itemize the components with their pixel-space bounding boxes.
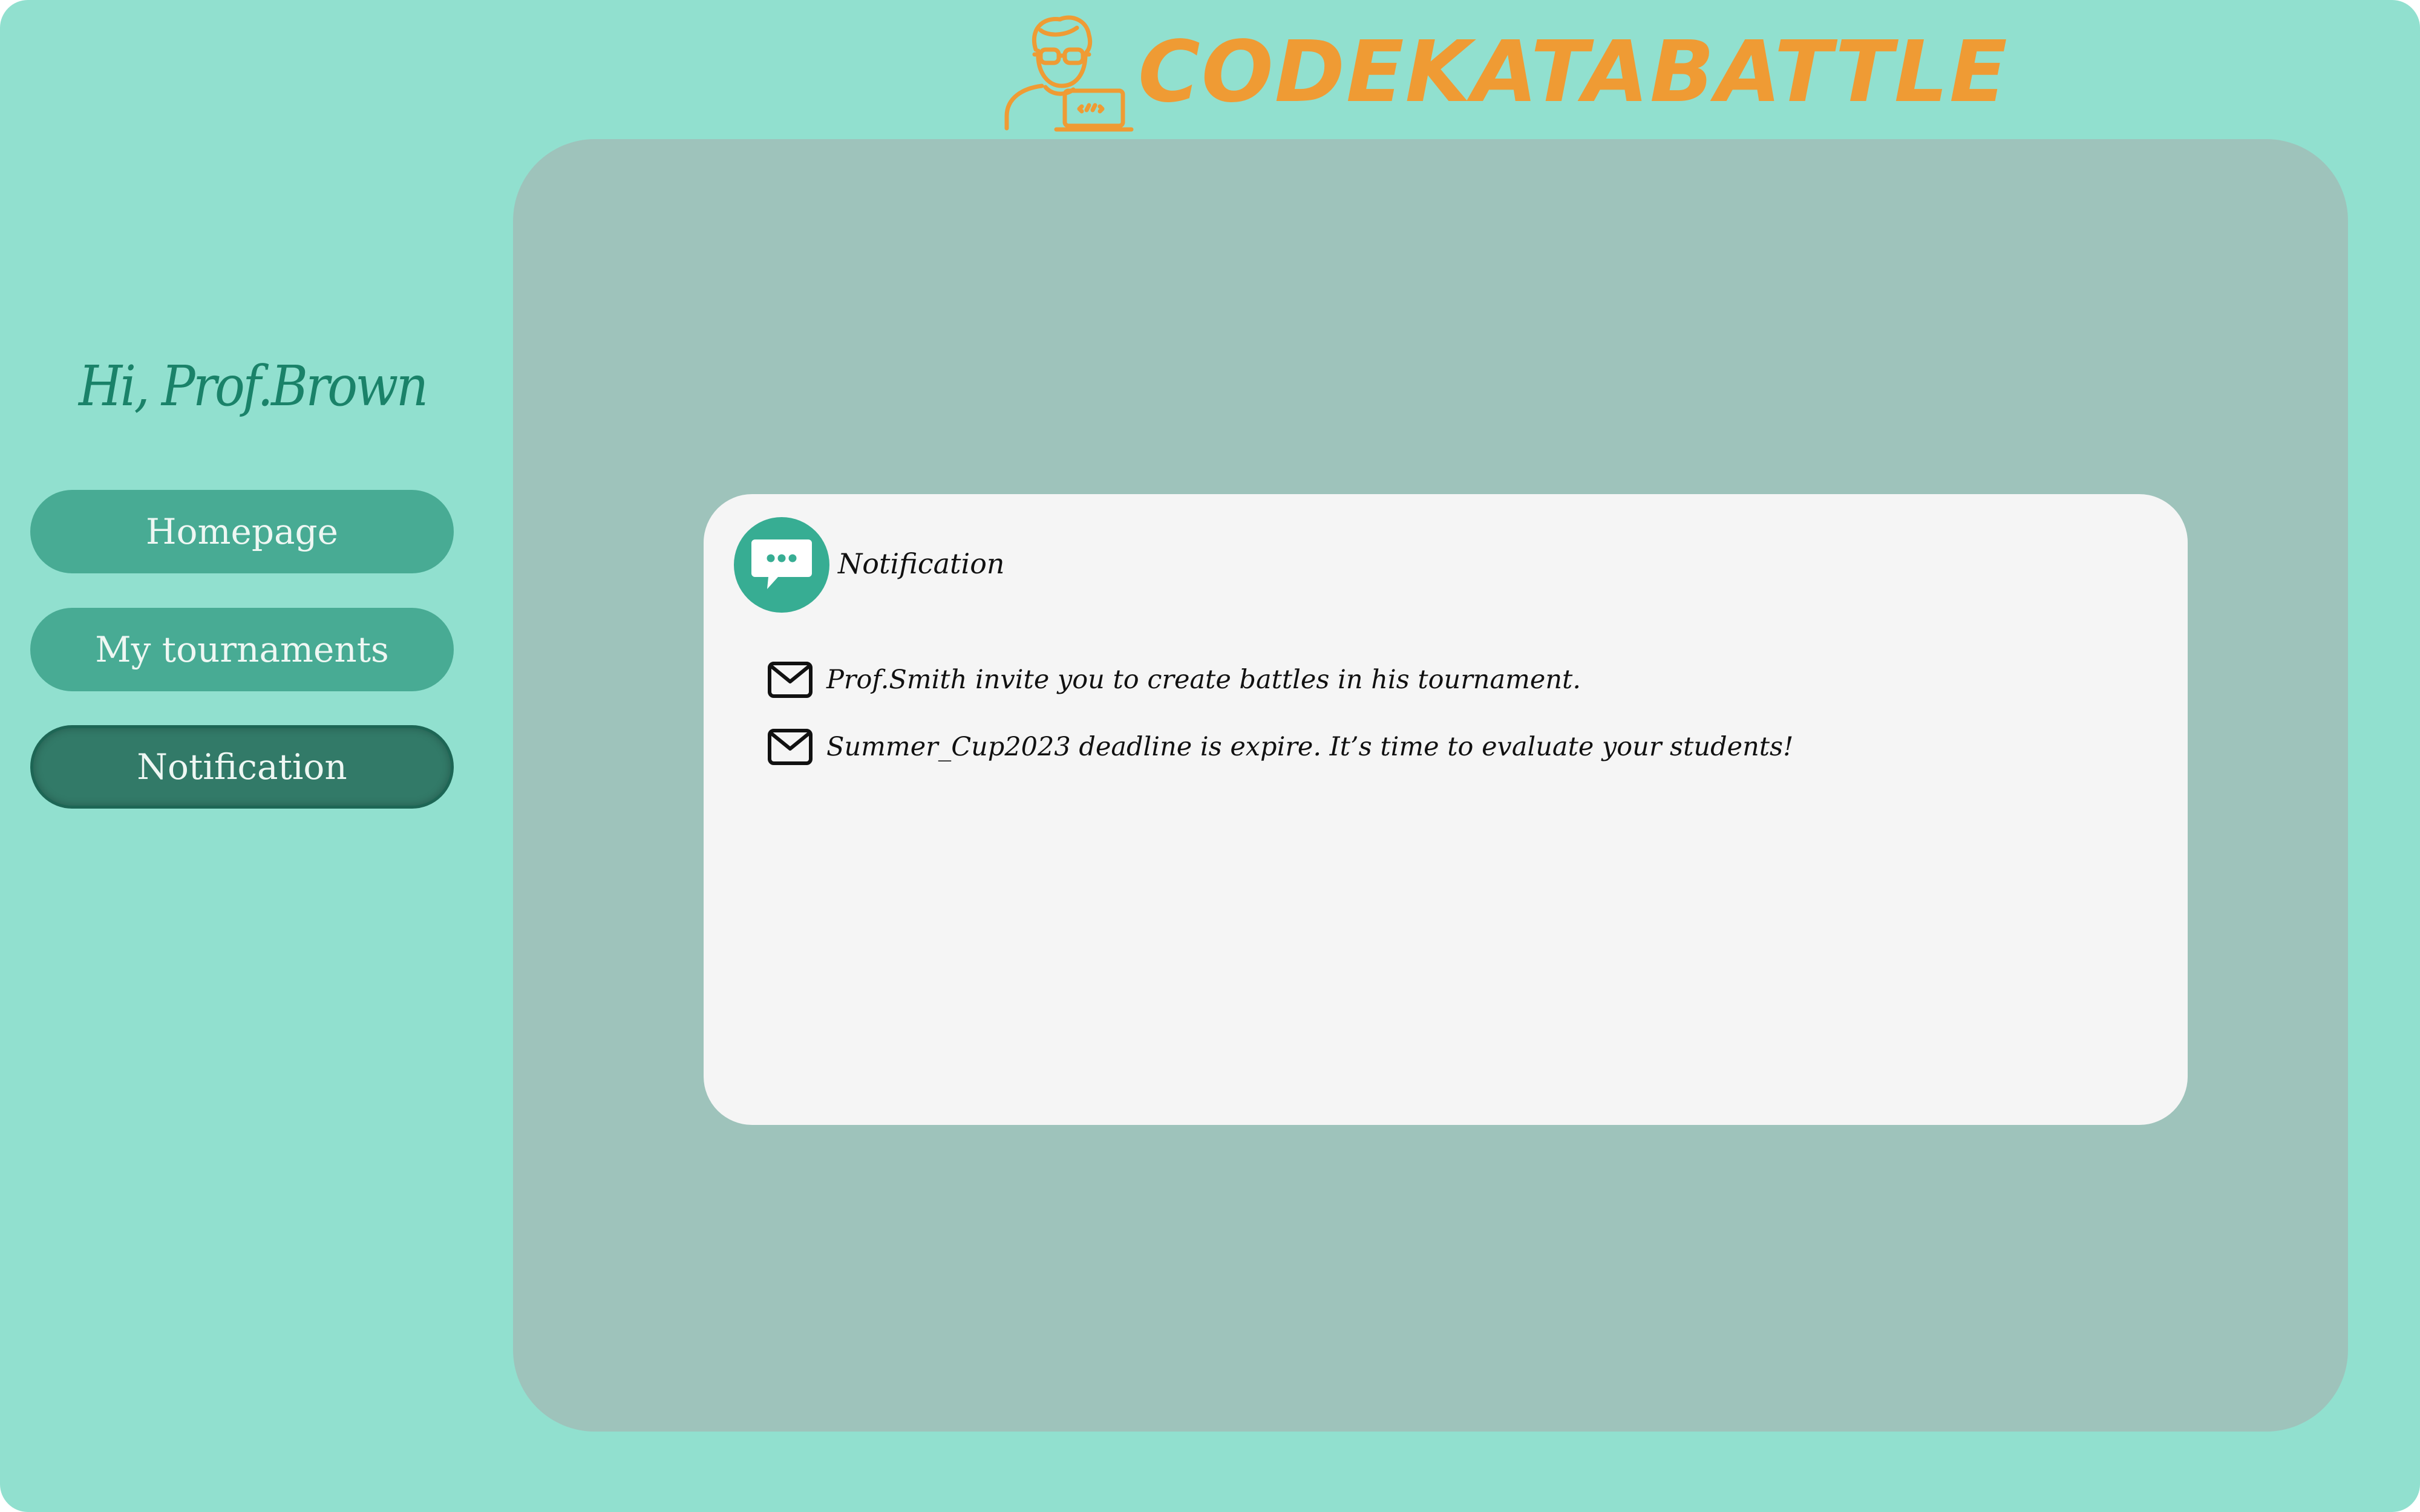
developer-with-laptop-icon [1004, 15, 1134, 132]
nav-my-tournaments-button[interactable]: My tournaments [30, 608, 454, 691]
envelope-icon [768, 662, 813, 698]
notification-card: Notification Prof.Smith invite you to cr… [704, 494, 2188, 1125]
brand-name: CODEKATABATTLE [1138, 23, 2009, 122]
greeting-text: Hi, Prof.Brown [79, 354, 428, 419]
brand-header: CODEKATABATTLE [998, 12, 2009, 133]
app-window: CODEKATABATTLE Hi, Prof.Brown Homepage M… [0, 0, 2420, 1512]
nav-notification-button[interactable]: Notification [30, 725, 454, 809]
chat-bubble-icon [734, 517, 829, 613]
notification-text: Summer_Cup2023 deadline is expire. It’s … [826, 732, 1794, 762]
notification-title: Notification [838, 547, 1005, 580]
notification-text: Prof.Smith invite you to create battles … [826, 665, 1581, 695]
notification-item[interactable]: Summer_Cup2023 deadline is expire. It’s … [767, 726, 1793, 768]
notification-item[interactable]: Prof.Smith invite you to create battles … [767, 659, 1581, 701]
nav-homepage-button[interactable]: Homepage [30, 490, 454, 573]
envelope-icon [768, 729, 813, 765]
